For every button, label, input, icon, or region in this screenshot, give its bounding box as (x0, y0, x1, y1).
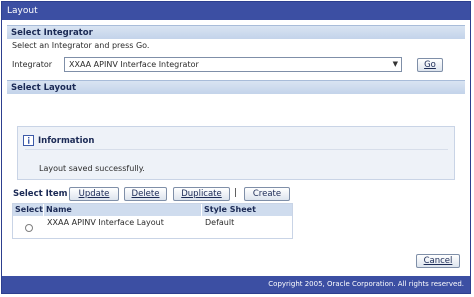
row-style-sheet-cell: Default (205, 218, 235, 227)
chevron-down-icon[interactable]: ▼ (393, 58, 398, 71)
copyright-footer: Copyright 2005, Oracle Corporation. All … (2, 276, 470, 293)
information-title: Information (38, 136, 95, 146)
information-message: Layout saved successfully. (39, 164, 145, 173)
delete-button[interactable]: Delete (124, 187, 167, 201)
cancel-button[interactable]: Cancel (416, 254, 460, 268)
select-integrator-heading: Select Integrator (7, 25, 465, 39)
layout-table: Select Name Style Sheet XXAA APINV Inter… (12, 203, 293, 239)
select-item-label: Select Item (13, 189, 68, 199)
column-header-select: Select (13, 204, 43, 216)
create-button-label: Create (252, 189, 282, 199)
column-header-name: Name (44, 204, 201, 216)
integrator-instruction: Select an Integrator and press Go. (12, 41, 150, 50)
row-name-cell: XXAA APINV Interface Layout (47, 218, 164, 227)
cancel-button-label: Cancel (423, 256, 453, 266)
update-button[interactable]: Update (69, 187, 119, 201)
create-button[interactable]: Create (244, 187, 290, 201)
update-button-label: Update (78, 189, 110, 199)
info-icon (23, 135, 34, 146)
action-separator: | (234, 188, 238, 198)
integrator-label: Integrator (12, 60, 53, 69)
duplicate-button-label: Duplicate (181, 189, 222, 199)
information-box: Information Layout saved successfully. (17, 126, 455, 180)
information-divider (25, 149, 448, 150)
window-title: Layout (2, 2, 470, 20)
row-select-radio[interactable] (25, 224, 33, 232)
go-button[interactable]: Go (417, 58, 443, 72)
duplicate-button[interactable]: Duplicate (173, 187, 230, 201)
select-layout-heading: Select Layout (7, 80, 465, 94)
delete-button-label: Delete (131, 189, 160, 199)
integrator-select[interactable]: XXAA APINV Interface Integrator ▼ (64, 57, 402, 72)
column-header-style-sheet: Style Sheet (202, 204, 292, 216)
integrator-select-value: XXAA APINV Interface Integrator (69, 60, 199, 69)
